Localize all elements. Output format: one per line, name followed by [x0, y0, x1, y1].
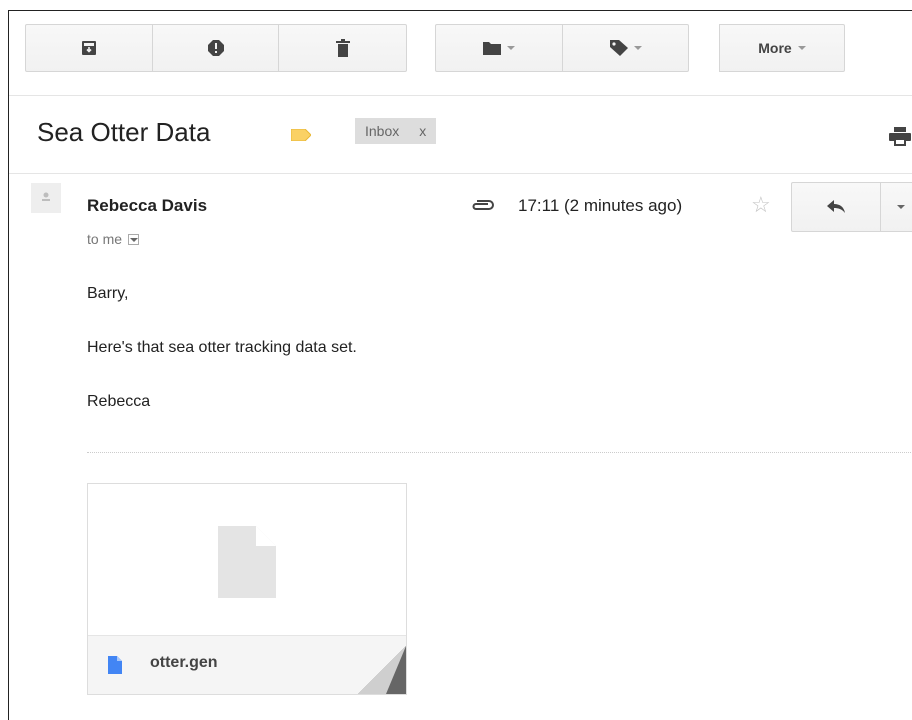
attachment-file-name: otter.gen	[150, 654, 218, 671]
attachment-footer: otter.gen	[88, 635, 406, 694]
star-icon[interactable]: ☆	[751, 192, 771, 218]
show-details-dropdown[interactable]	[128, 233, 140, 245]
trash-icon	[335, 39, 350, 57]
report-spam-icon	[207, 40, 224, 56]
attachment-preview	[88, 484, 406, 636]
toolbar: More	[9, 11, 912, 96]
report-spam-button[interactable]	[153, 24, 279, 72]
person-icon	[42, 192, 50, 201]
chevron-down-icon	[797, 46, 806, 50]
sender-name[interactable]: Rebecca Davis	[87, 196, 207, 216]
file-icon	[108, 656, 122, 674]
email-view: More Sea Otter Data Inbox x Rebecca Davi…	[8, 10, 912, 720]
paperclip-icon	[472, 200, 494, 210]
reply-button-group	[791, 182, 912, 232]
more-button-label: More	[758, 40, 792, 56]
reply-icon	[827, 200, 845, 213]
recipient-line: to me	[87, 231, 140, 247]
inbox-label-chip: Inbox x	[355, 118, 437, 144]
more-actions-button[interactable]	[881, 182, 912, 232]
folder-icon	[483, 42, 501, 55]
move-to-button[interactable]	[435, 24, 563, 72]
subject-row: Sea Otter Data Inbox x	[9, 95, 912, 174]
body-signature: Rebecca	[87, 393, 151, 410]
delete-button[interactable]	[279, 24, 407, 72]
body-greeting: Barry,	[87, 285, 129, 302]
remove-label-button[interactable]: x	[419, 123, 426, 139]
tag-icon	[609, 40, 628, 56]
organize-button-group	[435, 24, 689, 72]
page-fold-corner	[358, 646, 406, 694]
chevron-down-icon	[633, 46, 642, 50]
archive-button[interactable]	[25, 24, 153, 72]
document-icon	[218, 526, 276, 598]
action-button-group	[25, 24, 407, 72]
thread-subject: Sea Otter Data	[37, 117, 211, 147]
label-tag-icon[interactable]	[291, 129, 311, 141]
chevron-down-icon	[896, 205, 905, 209]
more-button-group: More	[719, 24, 845, 72]
print-icon[interactable]	[889, 127, 911, 147]
inbox-label-text: Inbox	[365, 123, 400, 139]
avatar[interactable]	[31, 183, 61, 213]
recipient-text: to me	[87, 231, 123, 247]
labels-button[interactable]	[563, 24, 689, 72]
chevron-down-icon	[507, 46, 515, 50]
archive-icon	[82, 41, 96, 55]
message-timestamp: 17:11 (2 minutes ago)	[518, 196, 683, 215]
attachment-card[interactable]: otter.gen	[87, 483, 407, 695]
more-button[interactable]: More	[719, 24, 845, 72]
body-line: Here's that sea otter tracking data set.	[87, 339, 357, 356]
attachment-divider	[87, 452, 912, 453]
reply-button[interactable]	[791, 182, 881, 232]
